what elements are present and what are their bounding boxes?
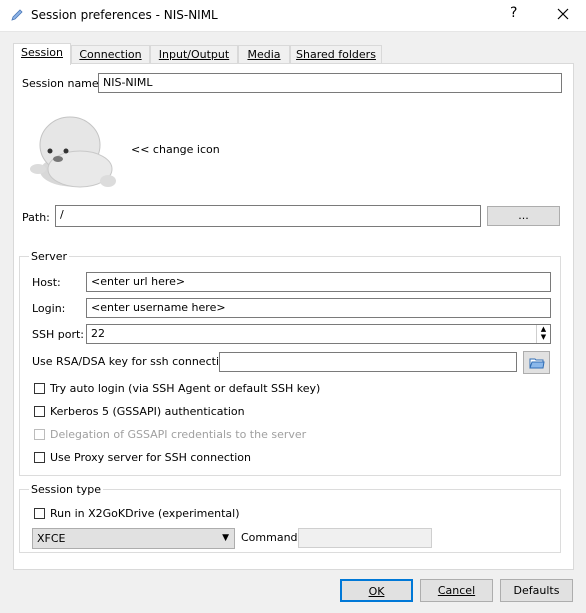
close-icon[interactable]	[553, 4, 573, 24]
spin-down-icon[interactable]: ▼	[537, 333, 550, 341]
tab-media[interactable]: Media	[238, 45, 290, 64]
server-group-title: Server	[29, 250, 70, 263]
rsa-key-label: Use RSA/DSA key for ssh connection:	[32, 355, 237, 368]
proxy-label: Use Proxy server for SSH connection	[50, 451, 251, 464]
delegation-checkbox	[34, 429, 45, 440]
spin-up-icon[interactable]: ▲	[537, 325, 550, 333]
command-label: Command:	[241, 531, 302, 544]
kerberos-label: Kerberos 5 (GSSAPI) authentication	[50, 405, 245, 418]
session-name-field[interactable]: NIS-NIML	[98, 73, 562, 93]
session-type-select[interactable]: XFCE ▼	[32, 528, 235, 549]
chevron-down-icon: ▼	[222, 533, 229, 543]
auto-login-checkbox[interactable]	[34, 383, 45, 394]
folder-open-icon	[529, 358, 545, 369]
defaults-button[interactable]: Defaults	[500, 579, 573, 602]
host-input[interactable]: <enter url here>	[86, 272, 551, 292]
browse-path-button[interactable]: ...	[487, 206, 560, 226]
x2godrive-label: Run in X2GoKDrive (experimental)	[50, 507, 240, 520]
help-button[interactable]: ?	[510, 5, 517, 21]
login-input[interactable]: <enter username here>	[86, 298, 551, 318]
rsa-key-field[interactable]	[219, 352, 517, 372]
session-type-value: XFCE	[37, 532, 66, 545]
window-title: Session preferences - NIS-NIML	[31, 8, 218, 22]
tab-shared-folders[interactable]: Shared folders	[290, 45, 382, 64]
delegation-label: Delegation of GSSAPI credentials to the …	[50, 428, 307, 441]
title-bar: Session preferences - NIS-NIML ?	[0, 0, 586, 32]
x2godrive-checkbox[interactable]	[34, 508, 45, 519]
command-field	[298, 528, 432, 548]
rsa-key-browse-button[interactable]	[523, 351, 550, 374]
tab-connection[interactable]: Connection	[71, 45, 150, 64]
session-tab-panel: Session name: NIS-NIML << change icon Pa…	[13, 63, 574, 570]
tab-input-output[interactable]: Input/Output	[150, 45, 238, 64]
ssh-port-label: SSH port:	[32, 328, 84, 341]
ok-button[interactable]: OK	[340, 579, 413, 602]
ssh-port-stepper[interactable]: ▲ ▼	[536, 325, 550, 343]
path-field[interactable]: /	[55, 205, 481, 227]
path-label: Path:	[22, 211, 50, 224]
session-name-label: Session name:	[22, 77, 103, 90]
proxy-checkbox[interactable]	[34, 452, 45, 463]
seal-icon[interactable]	[28, 109, 120, 191]
host-label: Host:	[32, 276, 61, 289]
change-icon-label[interactable]: << change icon	[131, 143, 220, 156]
login-label: Login:	[32, 302, 66, 315]
tab-session[interactable]: Session	[13, 43, 71, 65]
auto-login-label: Try auto login (via SSH Agent or default…	[50, 382, 321, 395]
session-type-group-title: Session type	[29, 483, 104, 496]
cancel-button[interactable]: Cancel	[420, 579, 493, 602]
ssh-port-field[interactable]: 22	[86, 324, 551, 344]
kerberos-checkbox[interactable]	[34, 406, 45, 417]
pencil-icon	[11, 9, 23, 21]
